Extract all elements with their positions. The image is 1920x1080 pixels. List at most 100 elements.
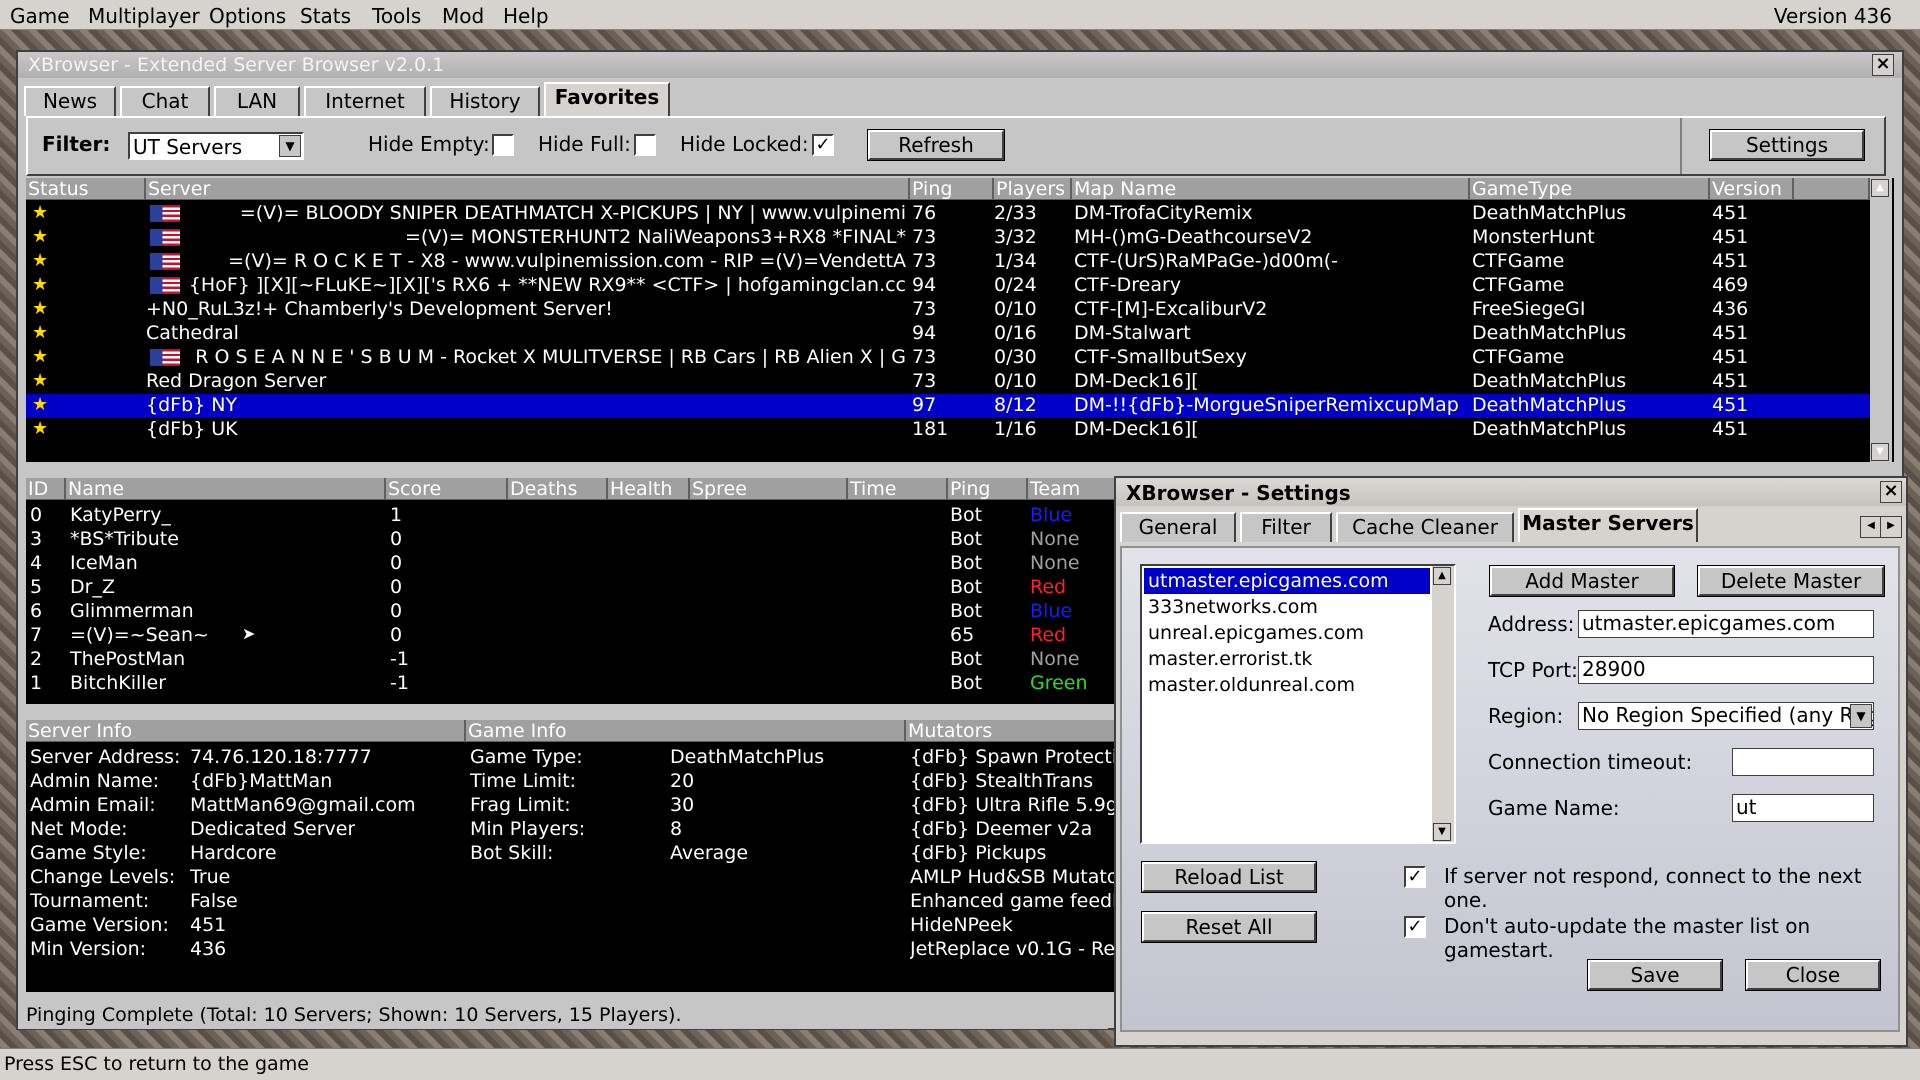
server-row[interactable]: ★ {dFb} UK 181 1/16 DM-Deck16][DeathMatchPlu… (26, 418, 1870, 442)
scroll-down-icon[interactable]: ▼ (1871, 443, 1889, 461)
player-row[interactable]: 7 =(V)=~Sean~ 0 65 Red (26, 624, 1116, 648)
master-server-item[interactable]: unreal.epicgames.com (1144, 620, 1430, 646)
menu-options[interactable]: Options (209, 4, 286, 28)
col-score[interactable]: Score (386, 478, 508, 500)
xbrowser-titlebar[interactable]: XBrowser - Extended Server Browser v2.0.… (18, 52, 1902, 78)
address-field[interactable]: utmaster.epicgames.com (1578, 610, 1874, 638)
delete-master-button[interactable]: Delete Master (1697, 565, 1885, 597)
reload-list-button[interactable]: Reload List (1141, 861, 1317, 893)
tab-filter[interactable]: Filter (1240, 512, 1332, 542)
auto-update-checkbox[interactable]: ✓ (1404, 916, 1426, 938)
mutator-item: HideNPeek (910, 914, 1013, 936)
region-select[interactable]: No Region Specified (any Regi ▼ (1578, 702, 1874, 730)
tcp-port-field[interactable]: 28900 (1578, 656, 1874, 684)
tab-internet[interactable]: Internet (304, 86, 426, 116)
player-row[interactable]: 1 BitchKiller -1 Bot Green (26, 672, 1116, 696)
add-master-button[interactable]: Add Master (1489, 565, 1675, 597)
col-name[interactable]: Name (66, 478, 386, 500)
tab-master-servers[interactable]: Master Servers (1518, 508, 1698, 542)
timeout-field[interactable] (1732, 748, 1874, 776)
master-server-item[interactable]: master.errorist.tk (1144, 646, 1430, 672)
reset-all-button[interactable]: Reset All (1141, 911, 1317, 943)
game-name-field[interactable]: ut (1732, 794, 1874, 822)
server-row[interactable]: ★ +N0_RuL3z!+ Chamberly's Development Ser… (26, 298, 1870, 322)
player-row[interactable]: 5 Dr_Z 0 Bot Red (26, 576, 1116, 600)
master-server-item[interactable]: 333networks.com (1144, 594, 1430, 620)
col-team[interactable]: Team (1028, 478, 1118, 500)
server-name-cell: Cathedral (146, 322, 239, 344)
col-server[interactable]: Server (146, 178, 910, 200)
server-info-label: Tournament: (30, 890, 150, 912)
col-gametype[interactable]: GameType (1470, 178, 1710, 200)
hide-empty-checkbox[interactable] (492, 134, 514, 156)
master-server-item[interactable]: master.oldunreal.com (1144, 672, 1430, 698)
scroll-up-icon[interactable]: ▲ (1433, 567, 1451, 585)
tab-general[interactable]: General (1120, 512, 1236, 542)
col-players[interactable]: Players (994, 178, 1072, 200)
filter-divider (1680, 118, 1682, 174)
menu-stats[interactable]: Stats (300, 4, 351, 28)
filter-select[interactable]: UT Servers ▼ (128, 132, 304, 160)
server-list-scrollbar[interactable]: ▲ ▼ (1870, 178, 1892, 462)
xbrowser-title: XBrowser - Extended Server Browser v2.0.… (28, 54, 445, 76)
settings-close-icon[interactable]: × (1880, 481, 1902, 503)
tab-favorites[interactable]: Favorites (544, 82, 670, 116)
server-players-cell: 1/16 (994, 418, 1037, 440)
menu-mod[interactable]: Mod (442, 4, 484, 28)
tab-history[interactable]: History (430, 86, 540, 116)
master-list[interactable]: utmaster.epicgames.com 333networks.com unr… (1140, 564, 1456, 844)
player-row[interactable]: 4 IceMan 0 Bot None (26, 552, 1116, 576)
master-server-item[interactable]: utmaster.epicgames.com (1144, 568, 1430, 594)
server-row[interactable]: ★ =(V)= R O C K E T - X8 - www.vulpinemis… (26, 250, 1870, 274)
tab-cache-cleaner[interactable]: Cache Cleaner (1336, 512, 1514, 542)
col-time[interactable]: Time (848, 478, 948, 500)
server-players-cell: 2/33 (994, 202, 1037, 224)
player-row[interactable]: 6 Glimmerman 0 Bot Blue (26, 600, 1116, 624)
server-row[interactable]: ★ Red Dragon Server 73 0/10 DM-Deck16][Death… (26, 370, 1870, 394)
settings-button[interactable]: Settings (1709, 129, 1865, 161)
hide-locked-checkbox[interactable]: ✓ (812, 134, 834, 156)
close-icon[interactable]: × (1872, 54, 1894, 76)
col-map-name[interactable]: Map Name (1072, 178, 1470, 200)
chevron-left-icon[interactable]: ◀ (1860, 516, 1882, 538)
refresh-button[interactable]: Refresh (867, 129, 1005, 161)
chevron-right-icon[interactable]: ▶ (1880, 516, 1902, 538)
tab-news[interactable]: News (24, 86, 116, 116)
col-version[interactable]: Version (1710, 178, 1794, 200)
hide-full-checkbox[interactable] (634, 134, 656, 156)
menu-tools[interactable]: Tools (372, 4, 421, 28)
player-row[interactable]: 3 *BS*Tribute 0 Bot None (26, 528, 1116, 552)
chevron-down-icon[interactable]: ▼ (1850, 704, 1872, 728)
server-row[interactable]: ★ Cathedral 94 0/16 DM-Stalwart DeathMatchPlu… (26, 322, 1870, 346)
master-list-scrollbar[interactable]: ▲ ▼ (1432, 566, 1454, 842)
menu-game[interactable]: Game (10, 4, 70, 28)
chevron-down-icon[interactable]: ▼ (279, 135, 301, 157)
player-ping-cell: Bot (950, 528, 983, 550)
scroll-up-icon[interactable]: ▲ (1871, 179, 1889, 197)
col-deaths[interactable]: Deaths (508, 478, 608, 500)
player-row[interactable]: 0 KatyPerry_ 1 Bot Blue (26, 504, 1116, 528)
settings-titlebar[interactable]: XBrowser - Settings × (1116, 478, 1906, 506)
server-row[interactable]: ★ R O S E A N N E ' S B U M - Rocket X MU… (26, 346, 1870, 370)
next-server-checkbox[interactable]: ✓ (1404, 866, 1426, 888)
col-health[interactable]: Health (608, 478, 690, 500)
col-ping[interactable]: Ping (910, 178, 994, 200)
col-player-ping[interactable]: Ping (948, 478, 1028, 500)
tab-chat[interactable]: Chat (120, 86, 210, 116)
col-status[interactable]: Status (26, 178, 146, 200)
close-button[interactable]: Close (1745, 959, 1881, 991)
tab-lan[interactable]: LAN (214, 86, 300, 116)
scroll-down-icon[interactable]: ▼ (1433, 823, 1451, 841)
player-row[interactable]: 2 ThePostMan -1 Bot None (26, 648, 1116, 672)
server-row[interactable]: ★ {dFb} NY 97 8/12 DM-!!{dFb}-MorgueSniperRe… (26, 394, 1870, 418)
menu-multiplayer[interactable]: Multiplayer (88, 4, 200, 28)
col-id[interactable]: ID (26, 478, 66, 500)
server-info-value: True (190, 866, 231, 888)
menu-help[interactable]: Help (503, 4, 549, 28)
save-button[interactable]: Save (1587, 959, 1723, 991)
server-row[interactable]: ★ =(V)= MONSTERHUNT2 NaliWeapons3+RX8 *FI… (26, 226, 1870, 250)
player-name-cell: ThePostMan (70, 648, 186, 670)
server-row[interactable]: ★ {HoF} ][X][~FLuKE~][X]['s RX6 + **NEW R… (26, 274, 1870, 298)
col-spree[interactable]: Spree (690, 478, 848, 500)
server-row[interactable]: ★ =(V)= BLOODY SNIPER DEATHMATCH X-PICKUP… (26, 202, 1870, 226)
